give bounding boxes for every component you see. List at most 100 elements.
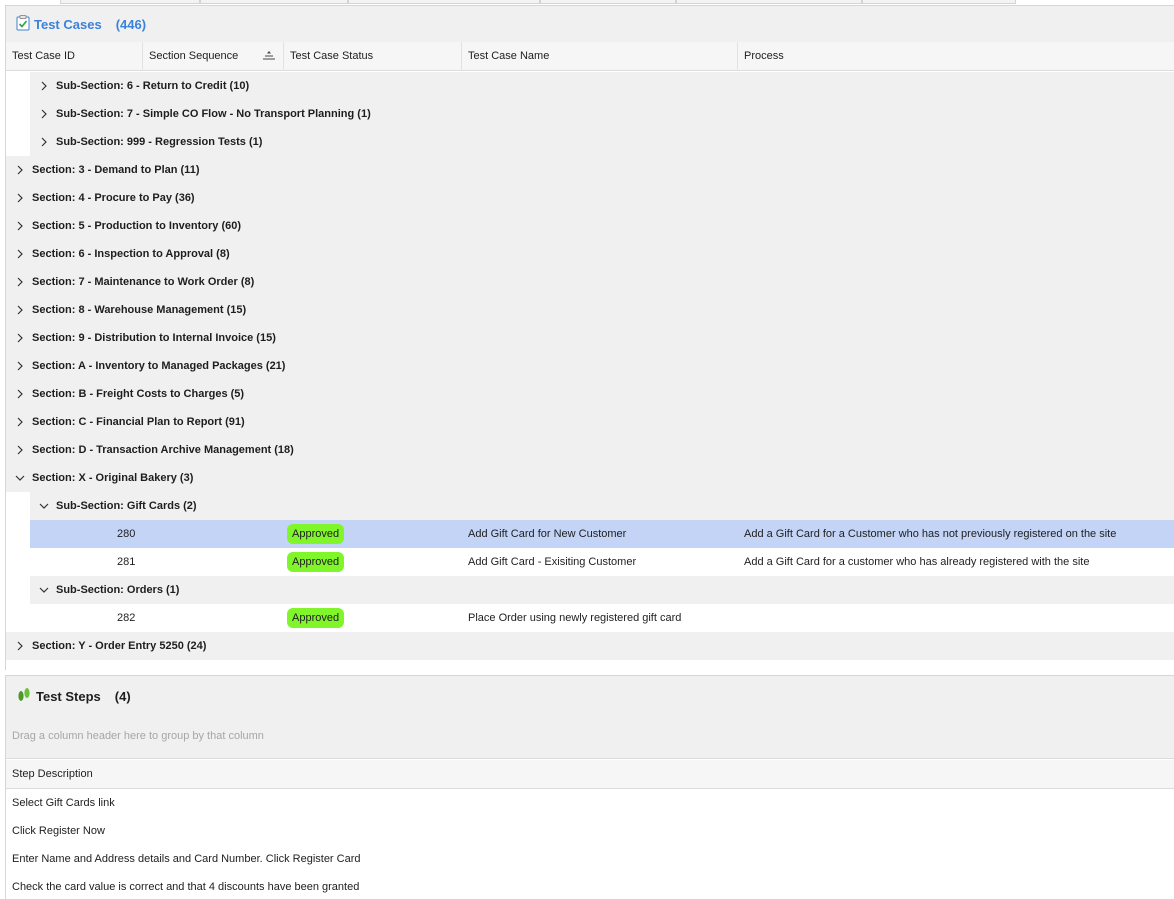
- section-label: Section: A - Inventory to Managed Packag…: [32, 360, 286, 372]
- footprints-icon: [16, 687, 32, 706]
- group-label: Sub-Section: 999 - Regression Tests (1): [56, 136, 263, 148]
- chevron-right-icon[interactable]: [15, 333, 25, 343]
- chevron-down-icon[interactable]: [39, 501, 49, 511]
- section-label: Section: 8 - Warehouse Management (15): [32, 304, 247, 316]
- test-steps-count: (4): [114, 688, 131, 704]
- chevron-down-icon[interactable]: [15, 473, 25, 483]
- chevron-right-icon[interactable]: [15, 305, 25, 315]
- chevron-right-icon[interactable]: [15, 193, 25, 203]
- test-case-id: 282: [117, 612, 136, 624]
- chevron-right-icon[interactable]: [39, 81, 49, 91]
- group-label: Sub-Section: 6 - Return to Credit (10): [56, 80, 250, 92]
- sort-ascending-icon: [263, 51, 275, 60]
- subsection-row-expanded[interactable]: Sub-Section: Gift Cards (2): [6, 492, 1174, 520]
- section-label: Section: X - Original Bakery (3): [32, 472, 194, 484]
- group-row[interactable]: Sub-Section: 7 - Simple CO Flow - No Tra…: [6, 100, 1174, 128]
- group-row[interactable]: Sub-Section: 999 - Regression Tests (1): [6, 128, 1174, 156]
- col-section-sequence[interactable]: Section Sequence: [143, 42, 284, 71]
- indent-spacer: [6, 576, 30, 604]
- chevron-right-icon[interactable]: [15, 389, 25, 399]
- section-row[interactable]: Section: 5 - Production to Inventory (60…: [6, 212, 1174, 240]
- section-row[interactable]: Section: 6 - Inspection to Approval (8): [6, 240, 1174, 268]
- group-row[interactable]: Sub-Section: 6 - Return to Credit (10): [6, 72, 1174, 100]
- doc-tab[interactable]: [348, 0, 540, 4]
- chevron-right-icon[interactable]: [15, 361, 25, 371]
- table-row-selected[interactable]: 280 Approved Add Gift Card for New Custo…: [6, 520, 1174, 548]
- section-row[interactable]: Section: 3 - Demand to Plan (11): [6, 156, 1174, 184]
- status-badge: Approved: [287, 524, 345, 544]
- status-badge: Approved: [287, 608, 345, 628]
- chevron-right-icon[interactable]: [15, 221, 25, 231]
- status-badge: Approved: [287, 552, 345, 572]
- section-label: Section: 5 - Production to Inventory (60…: [32, 220, 242, 232]
- step-row[interactable]: Check the card value is correct and that…: [6, 873, 1174, 899]
- chevron-right-icon[interactable]: [15, 277, 25, 287]
- section-row[interactable]: Section: C - Financial Plan to Report (9…: [6, 408, 1174, 436]
- step-row[interactable]: Enter Name and Address details and Card …: [6, 845, 1174, 873]
- chevron-right-icon[interactable]: [15, 445, 25, 455]
- test-case-id: 280: [117, 528, 136, 540]
- col-test-case-name[interactable]: Test Case Name: [462, 42, 738, 71]
- step-row[interactable]: Click Register Now: [6, 817, 1174, 845]
- test-steps-title: Test Steps: [36, 688, 101, 704]
- test-case-process: Add a Gift Card for a Customer who has n…: [744, 528, 1117, 540]
- test-cases-clipboard-icon: [16, 14, 30, 34]
- col-test-case-id[interactable]: Test Case ID: [6, 42, 143, 71]
- col-step-description[interactable]: Step Description: [6, 760, 1174, 789]
- section-row[interactable]: Section: B - Freight Costs to Charges (5…: [6, 380, 1174, 408]
- section-label: Section: 9 - Distribution to Internal In…: [32, 332, 276, 344]
- test-case-name: Place Order using newly registered gift …: [468, 612, 682, 624]
- chevron-right-icon[interactable]: [39, 109, 49, 119]
- doc-tab[interactable]: [60, 0, 200, 4]
- section-row[interactable]: Section: 9 - Distribution to Internal In…: [6, 324, 1174, 352]
- section-row[interactable]: Section: D - Transaction Archive Managem…: [6, 436, 1174, 464]
- chevron-right-icon[interactable]: [15, 641, 25, 651]
- section-row[interactable]: Section: A - Inventory to Managed Packag…: [6, 352, 1174, 380]
- doc-tab[interactable]: [862, 0, 1016, 4]
- group-label: Sub-Section: 7 - Simple CO Flow - No Tra…: [56, 108, 371, 120]
- section-row[interactable]: Section: Y - Order Entry 5250 (24): [6, 632, 1174, 660]
- col-section-sequence-label: Section Sequence: [149, 50, 239, 62]
- chevron-right-icon[interactable]: [39, 137, 49, 147]
- section-row[interactable]: Section: 4 - Procure to Pay (36): [6, 184, 1174, 212]
- col-test-case-status[interactable]: Test Case Status: [284, 42, 462, 71]
- indent-spacer: [6, 520, 30, 548]
- test-steps-title-bar: Test Steps (4): [6, 676, 1174, 716]
- chevron-right-icon[interactable]: [15, 165, 25, 175]
- test-case-name: Add Gift Card - Exisiting Customer: [468, 556, 637, 568]
- test-case-id: 281: [117, 556, 136, 568]
- section-label: Section: Y - Order Entry 5250 (24): [32, 640, 207, 652]
- table-row[interactable]: 281 Approved Add Gift Card - Exisiting C…: [6, 548, 1174, 576]
- chevron-down-icon[interactable]: [39, 585, 49, 595]
- section-label: Section: D - Transaction Archive Managem…: [32, 444, 294, 456]
- section-label: Section: 6 - Inspection to Approval (8): [32, 248, 230, 260]
- doc-tab[interactable]: [200, 0, 348, 4]
- section-label: Section: C - Financial Plan to Report (9…: [32, 416, 245, 428]
- step-row[interactable]: Select Gift Cards link: [6, 789, 1174, 817]
- section-row-expanded[interactable]: Section: X - Original Bakery (3): [6, 464, 1174, 492]
- subsection-label: Sub-Section: Orders (1): [56, 584, 180, 596]
- indent-spacer: [6, 100, 30, 128]
- indent-spacer: [6, 72, 30, 100]
- doc-tab[interactable]: [540, 0, 676, 4]
- test-cases-title: Test Cases: [34, 16, 102, 32]
- subsection-label: Sub-Section: Gift Cards (2): [56, 500, 197, 512]
- chevron-right-icon[interactable]: [15, 249, 25, 259]
- test-case-process: Add a Gift Card for a customer who has a…: [744, 556, 1090, 568]
- chevron-right-icon[interactable]: [15, 417, 25, 427]
- test-cases-title-bar: Test Cases (446): [6, 6, 1174, 42]
- group-by-drop-area[interactable]: Drag a column header here to group by th…: [6, 716, 1174, 759]
- section-label: Section: 3 - Demand to Plan (11): [32, 164, 200, 176]
- table-row[interactable]: 282 Approved Place Order using newly reg…: [6, 604, 1174, 632]
- test-cases-count: (446): [115, 16, 147, 32]
- indent-spacer: [6, 492, 30, 520]
- subsection-row-expanded[interactable]: Sub-Section: Orders (1): [6, 576, 1174, 604]
- section-row[interactable]: Section: 8 - Warehouse Management (15): [6, 296, 1174, 324]
- col-process[interactable]: Process: [738, 42, 1174, 71]
- section-row[interactable]: Section: 7 - Maintenance to Work Order (…: [6, 268, 1174, 296]
- doc-tab[interactable]: [676, 0, 862, 4]
- test-cases-column-header: Test Case ID Section Sequence Test Case …: [6, 42, 1174, 71]
- test-steps-panel: Test Steps (4) Drag a column header here…: [5, 675, 1174, 899]
- section-label: Section: 4 - Procure to Pay (36): [32, 192, 195, 204]
- indent-spacer: [6, 128, 30, 156]
